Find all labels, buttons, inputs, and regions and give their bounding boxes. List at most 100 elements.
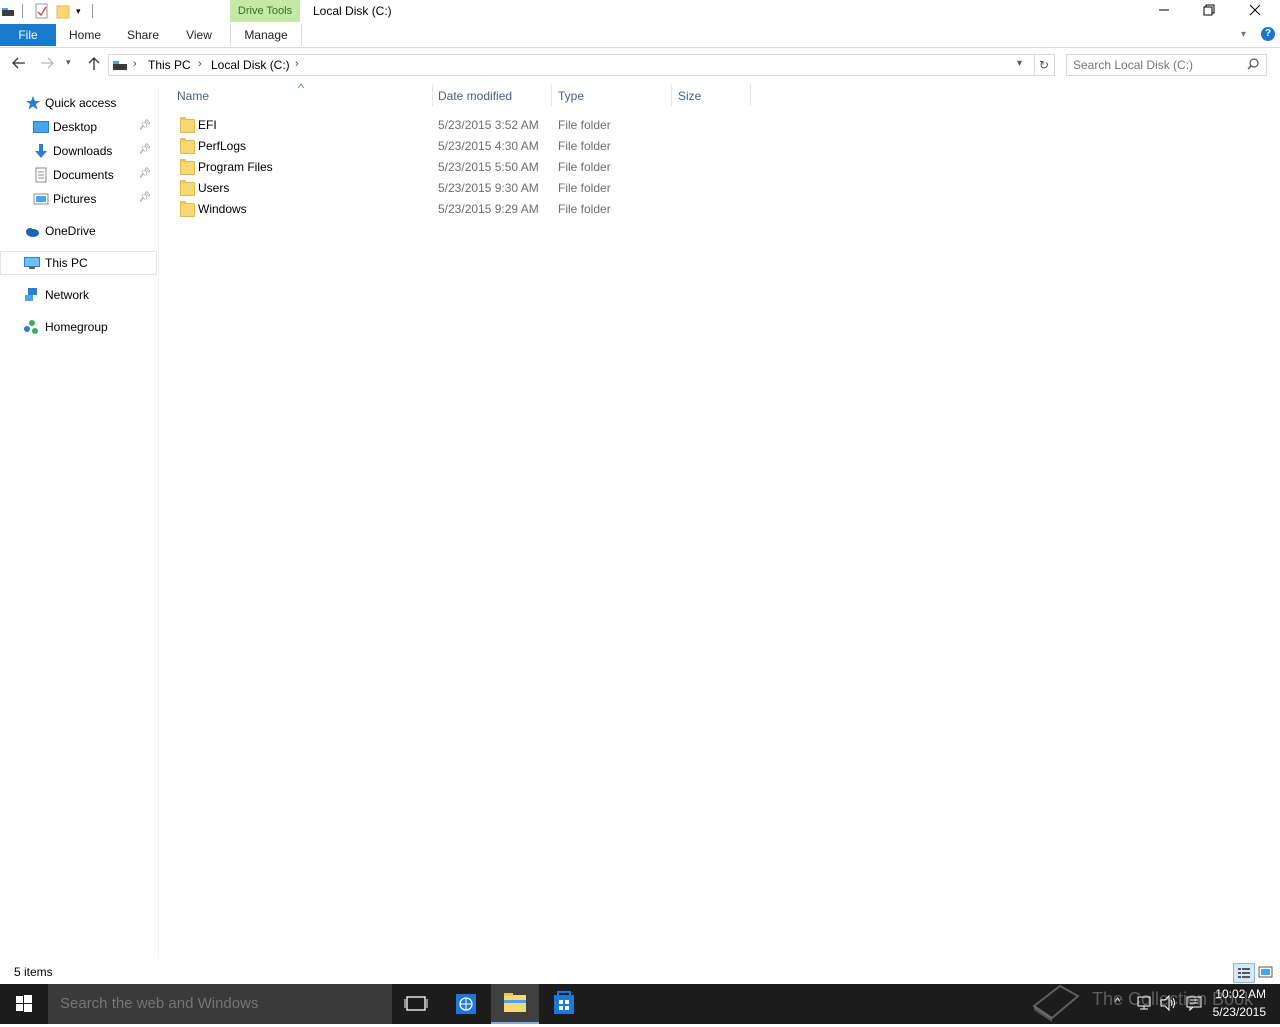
tab-share[interactable]: Share [120,24,166,46]
drive-icon [2,6,14,21]
file-date-modified: 5/23/2015 5:50 AM [438,160,539,174]
folder-icon [180,138,195,154]
help-icon[interactable]: ? [1261,27,1275,41]
breadcrumb-this-pc[interactable]: This PC [148,58,191,72]
ribbon-expand-icon[interactable]: ▾ [1241,29,1246,40]
file-type: File folder [558,139,611,153]
tab-view[interactable]: View [177,24,221,46]
column-header-name[interactable]: Name [177,89,209,103]
address-dropdown-icon[interactable]: ▾ [1017,58,1022,69]
clock-date[interactable]: 5/23/2015 [1210,1005,1266,1019]
show-hidden-icons-chevron-icon[interactable]: ^ [1115,996,1120,1008]
forward-button[interactable] [40,56,54,72]
clock-time[interactable]: 10:02 AM [1210,987,1266,1001]
breadcrumb-chevron-icon[interactable]: › [133,58,137,70]
file-date-modified: 5/23/2015 9:29 AM [438,202,539,216]
desktop-icon [33,119,49,135]
watermark-book-logo [1030,984,1082,1027]
taskbar-search-box[interactable] [48,984,392,1024]
drive-tools-context-label: Drive Tools [230,0,300,22]
file-type: File folder [558,118,611,132]
nav-desktop-label: Desktop [53,120,98,134]
refresh-button[interactable]: ↻ [1034,54,1055,76]
breadcrumb-chevron-icon[interactable]: › [198,58,202,70]
tab-manage[interactable]: Manage [230,24,302,46]
ribbon-tab-bar: File Home Share View Manage ▾ ? [0,24,1280,48]
taskbar: The Collection Book ^ 10:02 AM 5/23/2015 [0,984,1280,1024]
start-button[interactable] [0,984,48,1024]
search-box[interactable] [1066,54,1267,76]
properties-icon[interactable] [35,3,49,22]
pictures-icon [33,191,49,207]
up-button[interactable] [88,56,100,73]
file-row[interactable]: Program Files 5/23/2015 5:50 AM File fol… [173,157,753,178]
back-button[interactable] [12,56,26,72]
file-type: File folder [558,160,611,174]
tab-home[interactable]: Home [62,24,108,46]
file-name: Windows [198,202,247,216]
details-view-button[interactable] [1233,963,1255,983]
taskbar-search-input[interactable] [60,995,380,1012]
column-divider[interactable] [671,84,672,106]
file-row[interactable]: PerfLogs 5/23/2015 4:30 AM File folder [173,136,753,157]
action-center-icon[interactable] [1186,995,1202,1014]
nav-homegroup[interactable]: Homegroup [0,316,155,338]
computer-icon [24,255,40,271]
store-icon[interactable] [540,984,588,1024]
close-button[interactable] [1232,0,1278,22]
minimize-button[interactable] [1141,0,1187,22]
breadcrumb-chevron-icon[interactable]: › [295,58,299,70]
nav-quick-access-label: Quick access [45,96,117,110]
star-icon [25,95,41,111]
qat-separator [92,4,93,18]
file-name: EFI [198,118,217,132]
column-divider[interactable] [432,84,433,106]
nav-onedrive-label: OneDrive [45,224,96,238]
recent-locations-chevron-icon[interactable]: ▾ [66,57,71,68]
nav-documents[interactable]: Documents 📌︎ [0,164,155,186]
search-icon[interactable] [1247,58,1259,73]
nav-quick-access[interactable]: Quick access [0,92,155,114]
nav-pictures[interactable]: Pictures 📌︎ [0,188,155,210]
documents-icon [33,167,49,183]
browser-icon[interactable] [442,984,490,1024]
file-name: Users [198,181,230,195]
nav-network[interactable]: Network [0,284,155,306]
qat-customize-icon[interactable]: ▾ [76,6,81,17]
volume-icon[interactable] [1160,994,1178,1014]
nav-downloads[interactable]: Downloads 📌︎ [0,140,155,162]
file-row[interactable]: EFI 5/23/2015 3:52 AM File folder [173,115,753,136]
restore-button[interactable] [1186,0,1232,22]
file-row[interactable]: Users 5/23/2015 9:30 AM File folder [173,178,753,199]
network-tray-icon[interactable] [1136,995,1152,1014]
folder-icon [180,117,195,133]
nav-downloads-label: Downloads [53,144,113,158]
pin-icon: 📌︎ [138,120,151,131]
column-header-size[interactable]: Size [678,89,701,103]
search-input[interactable] [1073,58,1238,72]
item-count-status: 5 items [14,965,53,979]
task-view-icon[interactable] [392,984,440,1024]
file-type: File folder [558,202,611,216]
file-date-modified: 5/23/2015 4:30 AM [438,139,539,153]
tab-file[interactable]: File [0,24,56,46]
navigation-row: ▾ › This PC › Local Disk (C:) › ▾ ↻ [0,48,1280,80]
nav-pictures-label: Pictures [53,192,97,206]
pin-icon: 📌︎ [138,168,151,179]
column-divider[interactable] [750,84,751,106]
new-folder-icon[interactable] [56,3,70,22]
address-bar[interactable]: › This PC › Local Disk (C:) › ▾ [108,54,1035,76]
column-header-date-modified[interactable]: Date modified [438,89,512,103]
nav-onedrive[interactable]: OneDrive [0,220,155,242]
large-icons-view-button[interactable] [1256,963,1276,981]
nav-homegroup-label: Homegroup [45,320,108,334]
nav-this-pc[interactable]: This PC [0,251,157,275]
file-date-modified: 5/23/2015 3:52 AM [438,118,539,132]
breadcrumb-local-disk[interactable]: Local Disk (C:) [211,58,290,72]
onedrive-cloud-icon [24,223,40,239]
nav-desktop[interactable]: Desktop 📌︎ [0,116,155,138]
column-header-type[interactable]: Type [558,89,584,103]
file-row[interactable]: Windows 5/23/2015 9:29 AM File folder [173,199,753,220]
column-divider[interactable] [551,84,552,106]
file-explorer-taskbar-icon[interactable] [491,984,539,1024]
